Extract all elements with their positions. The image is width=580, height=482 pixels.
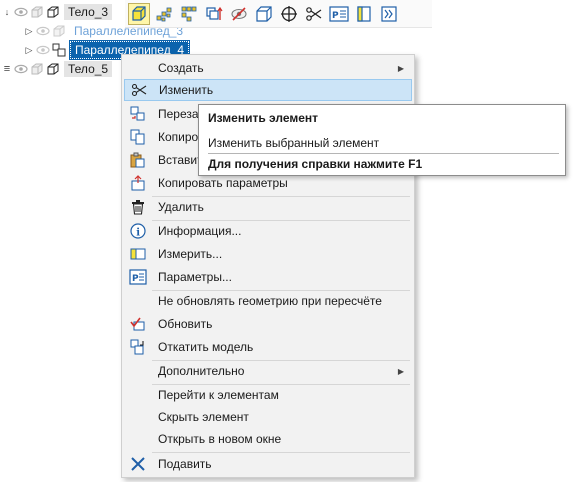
menu-item-additional[interactable]: Дополнительно ▶ bbox=[124, 360, 412, 382]
suppress-icon bbox=[129, 455, 147, 473]
eye-icon[interactable] bbox=[14, 7, 28, 17]
ghost-cube-icon bbox=[31, 6, 43, 18]
menu-item-label: Переза bbox=[158, 107, 199, 121]
svg-text:P: P bbox=[332, 11, 339, 21]
expand-arrow-icon[interactable]: ▷ bbox=[24, 26, 34, 37]
tooltip-help-hint: Для получения справки нажмите F1 bbox=[208, 157, 423, 171]
tree-item-telo5[interactable]: ≡ Тело_5 bbox=[0, 60, 113, 78]
menu-item-label: Параметры... bbox=[158, 270, 232, 284]
menu-item-hide-element[interactable]: Скрыть элемент bbox=[124, 406, 412, 428]
svg-text:i: i bbox=[136, 228, 140, 239]
menu-item-rollback[interactable]: Откатить модель bbox=[124, 336, 412, 358]
submenu-arrow-icon: ▶ bbox=[397, 63, 404, 73]
menu-item-label: Копировать параметры bbox=[158, 176, 288, 190]
menu-item-label: Скрыть элемент bbox=[158, 410, 249, 424]
menu-item-create[interactable]: Создать ▶ bbox=[124, 57, 412, 79]
menu-item-label: Удалить bbox=[158, 200, 204, 214]
menu-item-label: Дополнительно bbox=[158, 364, 245, 378]
collapse-arrow-icon[interactable]: ↓ bbox=[2, 7, 12, 17]
measure-icon bbox=[129, 245, 147, 263]
parameters-icon[interactable]: P bbox=[328, 3, 350, 25]
cube-select-icon[interactable] bbox=[128, 2, 150, 25]
redefine-icon bbox=[129, 105, 147, 123]
rollback-icon bbox=[129, 338, 147, 356]
menu-item-parameters[interactable]: P Параметры... bbox=[124, 266, 412, 288]
eye-icon[interactable] bbox=[14, 64, 28, 74]
eye-icon[interactable] bbox=[36, 26, 50, 36]
body-icon bbox=[47, 63, 59, 75]
paste-icon bbox=[129, 151, 147, 169]
array-points-icon[interactable] bbox=[153, 3, 175, 25]
body-icon bbox=[47, 6, 59, 18]
ghost-cube-icon bbox=[31, 63, 43, 75]
parameters-icon: P bbox=[129, 268, 147, 286]
bar-icon[interactable] bbox=[353, 3, 375, 25]
menu-item-label: Обновить bbox=[158, 317, 213, 331]
expand-icon[interactable] bbox=[378, 3, 400, 25]
rotate-array-icon[interactable] bbox=[203, 3, 225, 25]
menu-item-suppress[interactable]: Подавить bbox=[124, 453, 412, 475]
tooltip-description: Изменить выбранный элемент bbox=[208, 136, 380, 150]
copy-icon bbox=[129, 128, 147, 146]
tooltip-title: Изменить элемент bbox=[208, 111, 319, 125]
tree-item-label: Тело_3 bbox=[64, 4, 113, 20]
toolbar: P bbox=[125, 0, 432, 28]
info-icon: i bbox=[129, 222, 147, 240]
menu-item-label: Создать bbox=[158, 61, 204, 75]
array-points-alt-icon[interactable] bbox=[178, 3, 200, 25]
menu-item-label: Изменить bbox=[159, 83, 214, 97]
menu-item-label: Открыть в новом окне bbox=[158, 432, 282, 446]
menu-item-update[interactable]: Обновить bbox=[124, 313, 412, 335]
copy-params-icon bbox=[129, 174, 147, 192]
menu-item-no-update-geometry[interactable]: Не обновлять геометрию при пересчёте bbox=[124, 290, 412, 312]
menu-item-delete[interactable]: Удалить bbox=[124, 196, 412, 218]
feature-icon bbox=[52, 43, 66, 57]
update-icon bbox=[129, 315, 147, 333]
tree-item-telo3[interactable]: ↓ Тело_3 bbox=[0, 3, 113, 21]
menu-item-label: Вставит bbox=[158, 153, 203, 167]
list-icon[interactable]: ≡ bbox=[2, 63, 12, 75]
menu-item-edit[interactable]: Изменить bbox=[124, 79, 412, 101]
ghost-cube-icon bbox=[53, 25, 65, 37]
eye-icon[interactable] bbox=[36, 45, 50, 55]
menu-item-label: Перейти к элементам bbox=[158, 388, 279, 402]
menu-item-label: Информация... bbox=[158, 224, 242, 238]
tree-item-label: Тело_5 bbox=[64, 61, 113, 77]
submenu-arrow-icon: ▶ bbox=[397, 366, 404, 376]
menu-item-open-new-window[interactable]: Открыть в новом окне bbox=[124, 428, 412, 450]
crosshair-icon[interactable] bbox=[278, 3, 300, 25]
menu-item-measure[interactable]: Измерить... bbox=[124, 243, 412, 265]
trash-icon bbox=[129, 198, 147, 216]
menu-item-label: Копиро bbox=[158, 130, 199, 144]
expand-arrow-icon[interactable]: ▷ bbox=[24, 45, 34, 56]
hide-icon[interactable] bbox=[228, 3, 250, 25]
box-icon[interactable] bbox=[253, 3, 275, 25]
svg-text:P: P bbox=[132, 274, 139, 284]
menu-item-label: Измерить... bbox=[158, 247, 223, 261]
tooltip: Изменить элемент Изменить выбранный элем… bbox=[198, 104, 566, 176]
scissors-icon[interactable] bbox=[303, 3, 325, 25]
scissors-icon bbox=[130, 81, 148, 99]
tooltip-separator bbox=[208, 153, 559, 154]
menu-item-go-to-elements[interactable]: Перейти к элементам bbox=[124, 384, 412, 406]
menu-item-label: Не обновлять геометрию при пересчёте bbox=[158, 294, 382, 308]
menu-item-label: Подавить bbox=[158, 457, 212, 471]
menu-item-label: Откатить модель bbox=[158, 340, 254, 354]
menu-item-info[interactable]: i Информация... bbox=[124, 220, 412, 242]
